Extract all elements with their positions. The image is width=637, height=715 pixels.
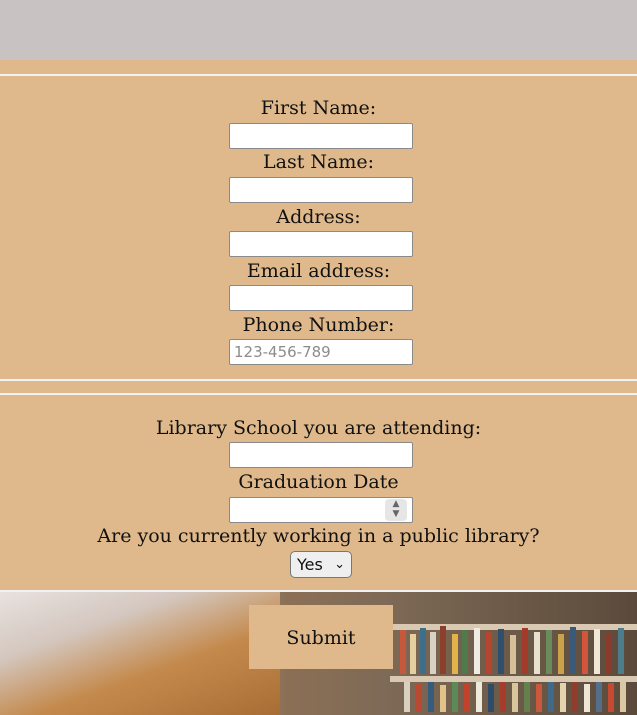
book (420, 628, 426, 674)
book (400, 630, 406, 674)
book (410, 634, 416, 674)
book (582, 631, 588, 674)
book (476, 682, 482, 712)
book (452, 634, 458, 674)
book (596, 682, 602, 712)
book (474, 628, 480, 674)
book (584, 684, 590, 712)
book (560, 683, 566, 712)
last-name-input[interactable] (229, 177, 413, 203)
book (498, 629, 504, 674)
library-school-label: Library School you are attending: (155, 417, 482, 439)
book (416, 684, 422, 712)
header-band (0, 0, 637, 60)
public-library-select[interactable]: Yes ⌄ (290, 551, 352, 578)
book (440, 685, 446, 712)
book (618, 628, 624, 674)
book (486, 632, 492, 674)
book (534, 632, 540, 674)
book (524, 682, 530, 712)
divider-strip (0, 60, 637, 74)
book (464, 683, 470, 712)
book (620, 682, 626, 712)
book (522, 628, 528, 674)
last-name-label: Last Name: (263, 151, 374, 173)
book (512, 683, 518, 712)
first-name-input[interactable] (229, 123, 413, 149)
book (428, 682, 434, 712)
first-name-label: First Name: (260, 97, 377, 119)
fieldset-gap (0, 381, 637, 393)
chevron-down-icon: ⌄ (334, 557, 345, 572)
book (570, 627, 576, 674)
book (510, 635, 516, 674)
book (462, 630, 468, 674)
public-library-question: Are you currently working in a public li… (97, 525, 540, 547)
phone-label: Phone Number: (242, 314, 395, 336)
address-label: Address: (276, 206, 361, 228)
library-railing (0, 592, 280, 715)
book (488, 684, 494, 712)
book (452, 682, 458, 712)
book (546, 630, 552, 674)
book (594, 629, 600, 674)
book (536, 684, 542, 712)
email-input[interactable] (229, 285, 413, 311)
submit-button[interactable]: Submit (249, 605, 393, 669)
book (500, 682, 506, 712)
library-school-input[interactable] (229, 442, 413, 468)
book (404, 682, 410, 712)
book (558, 634, 564, 674)
phone-input[interactable] (229, 339, 413, 365)
date-spinner-icon[interactable]: ▲ ▼ (385, 499, 407, 521)
address-input[interactable] (229, 231, 413, 257)
public-library-selected: Yes (297, 555, 323, 574)
book (606, 633, 612, 674)
book (440, 626, 446, 674)
book (548, 682, 554, 712)
book (608, 683, 614, 712)
graduation-date-label: Graduation Date (238, 471, 399, 493)
email-label: Email address: (246, 260, 391, 282)
book (430, 632, 436, 674)
book (572, 682, 578, 712)
